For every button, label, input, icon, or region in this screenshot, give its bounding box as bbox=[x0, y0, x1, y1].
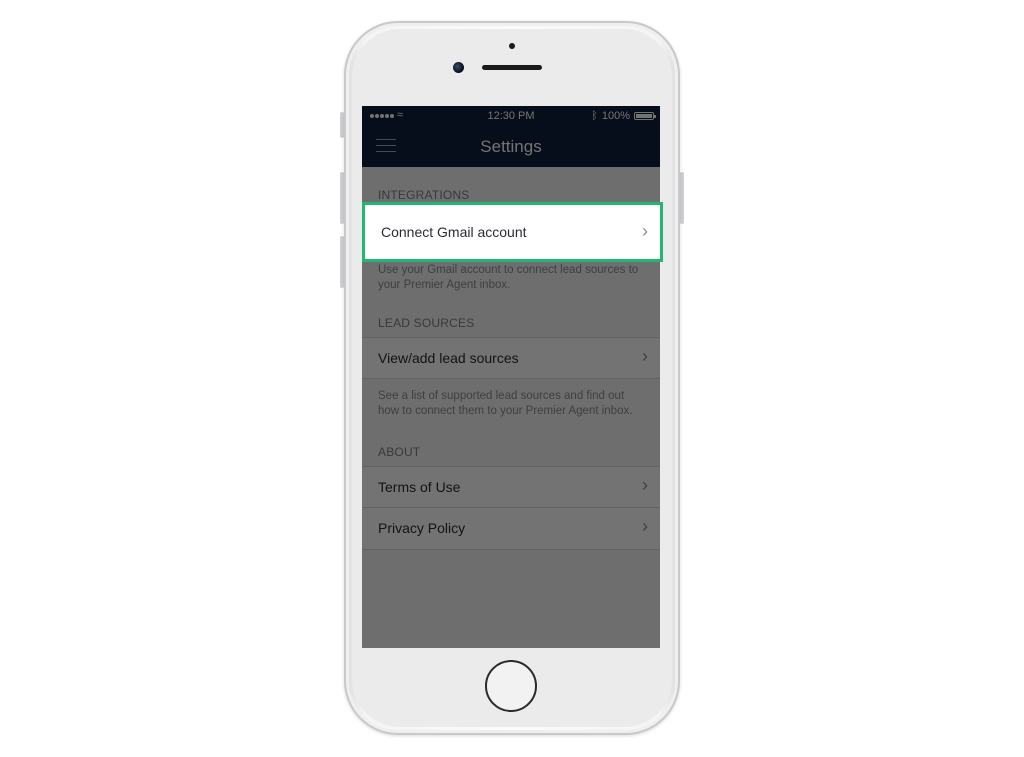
connect-gmail-account-row[interactable]: Connect Gmail account › bbox=[362, 202, 663, 262]
view-add-lead-sources-row[interactable]: View/add lead sources › bbox=[362, 337, 660, 379]
chevron-right-icon: › bbox=[642, 475, 648, 495]
home-button[interactable] bbox=[485, 660, 537, 712]
front-camera-icon bbox=[453, 62, 464, 73]
battery-icon bbox=[634, 112, 656, 120]
page-title: Settings bbox=[480, 137, 542, 156]
section-header-about: ABOUT bbox=[378, 445, 421, 459]
row-label: Terms of Use bbox=[378, 479, 461, 495]
row-label: Connect Gmail account bbox=[381, 224, 527, 240]
chevron-right-icon: › bbox=[642, 516, 648, 536]
battery-percentage: 100% bbox=[601, 110, 630, 122]
integrations-footer-text: Use your Gmail account to connect lead s… bbox=[378, 264, 639, 291]
status-bar: ≈ 12:30 PM ᛒ 100% bbox=[362, 106, 660, 126]
app-screen: ≈ 12:30 PM ᛒ 100% Settings INTEGRATIONS … bbox=[362, 106, 660, 648]
section-header-integrations: INTEGRATIONS bbox=[378, 188, 470, 202]
chevron-right-icon: › bbox=[642, 346, 648, 366]
power-button bbox=[680, 172, 684, 224]
section-header-lead-sources: LEAD SOURCES bbox=[378, 316, 475, 330]
navigation-bar: ≈ 12:30 PM ᛒ 100% Settings bbox=[362, 106, 660, 167]
privacy-policy-row[interactable]: Privacy Policy › bbox=[362, 508, 660, 550]
chevron-right-icon: › bbox=[642, 221, 648, 241]
status-right: ᛒ 100% bbox=[591, 110, 656, 122]
bluetooth-icon: ᛒ bbox=[591, 110, 598, 122]
earpiece-speaker bbox=[482, 65, 542, 70]
row-label: Privacy Policy bbox=[378, 520, 466, 536]
lead-sources-footer-text: See a list of supported lead sources and… bbox=[378, 390, 633, 417]
proximity-sensor bbox=[509, 43, 515, 49]
terms-of-use-row[interactable]: Terms of Use › bbox=[362, 466, 660, 508]
row-label: View/add lead sources bbox=[378, 350, 519, 366]
